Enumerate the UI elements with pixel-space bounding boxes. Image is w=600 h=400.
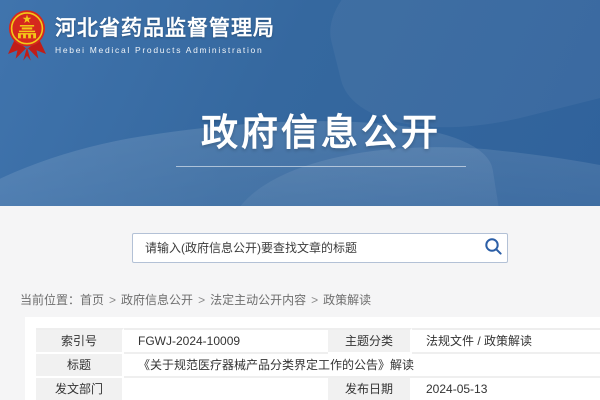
table-row-department: 发文部门 发布日期 2024-05-13	[36, 378, 600, 400]
index-number-label: 索引号	[36, 328, 124, 354]
subject-category-value: 法规文件 / 政策解读	[412, 328, 600, 354]
index-number-value: FGWJ-2024-10009	[124, 328, 328, 354]
national-emblem-icon	[8, 8, 46, 62]
title-label: 标题	[36, 354, 124, 378]
search-box	[132, 233, 508, 263]
search-button[interactable]	[479, 234, 507, 262]
table-row-title: 标题 《关于规范医疗器械产品分类界定工作的公告》解读	[36, 354, 600, 378]
table-row-index: 索引号 FGWJ-2024-10009 主题分类 法规文件 / 政策解读	[36, 328, 600, 354]
breadcrumb: 当前位置：首页 > 政府信息公开 > 法定主动公开内容 > 政策解读	[20, 291, 371, 308]
banner-title-block: 政府信息公开	[176, 114, 466, 167]
site-logo[interactable]: 河北省药品监督管理局 Hebei Medical Products Admini…	[8, 8, 275, 62]
publish-date-value: 2024-05-13	[412, 378, 600, 400]
breadcrumb-separator: >	[109, 293, 116, 307]
issuing-department-label: 发文部门	[36, 378, 124, 400]
breadcrumb-prefix: 当前位置：	[20, 293, 80, 307]
page-banner-title: 政府信息公开	[176, 114, 466, 151]
breadcrumb-separator: >	[198, 293, 205, 307]
hero-banner: 河北省药品监督管理局 Hebei Medical Products Admini…	[0, 0, 600, 206]
subject-category-label: 主题分类	[328, 328, 412, 354]
title-value: 《关于规范医疗器械产品分类界定工作的公告》解读	[124, 354, 600, 378]
content-panel: 索引号 FGWJ-2024-10009 主题分类 法规文件 / 政策解读 标题 …	[25, 317, 600, 400]
breadcrumb-item-policy-interpretation[interactable]: 政策解读	[323, 293, 371, 307]
search-input[interactable]	[133, 234, 479, 262]
breadcrumb-item-gov-info[interactable]: 政府信息公开	[121, 293, 193, 307]
site-logo-text: 河北省药品监督管理局 Hebei Medical Products Admini…	[55, 15, 275, 55]
breadcrumb-item-disclosure-content[interactable]: 法定主动公开内容	[210, 293, 306, 307]
document-info-table: 索引号 FGWJ-2024-10009 主题分类 法规文件 / 政策解读 标题 …	[36, 328, 600, 400]
org-name-en: Hebei Medical Products Administration	[55, 45, 275, 55]
issuing-department-value	[124, 378, 328, 400]
publish-date-label: 发布日期	[328, 378, 412, 400]
search-icon	[484, 237, 503, 259]
breadcrumb-separator: >	[311, 293, 318, 307]
org-name-zh: 河北省药品监督管理局	[55, 15, 275, 42]
breadcrumb-item-home[interactable]: 首页	[80, 293, 104, 307]
banner-divider	[176, 166, 466, 167]
